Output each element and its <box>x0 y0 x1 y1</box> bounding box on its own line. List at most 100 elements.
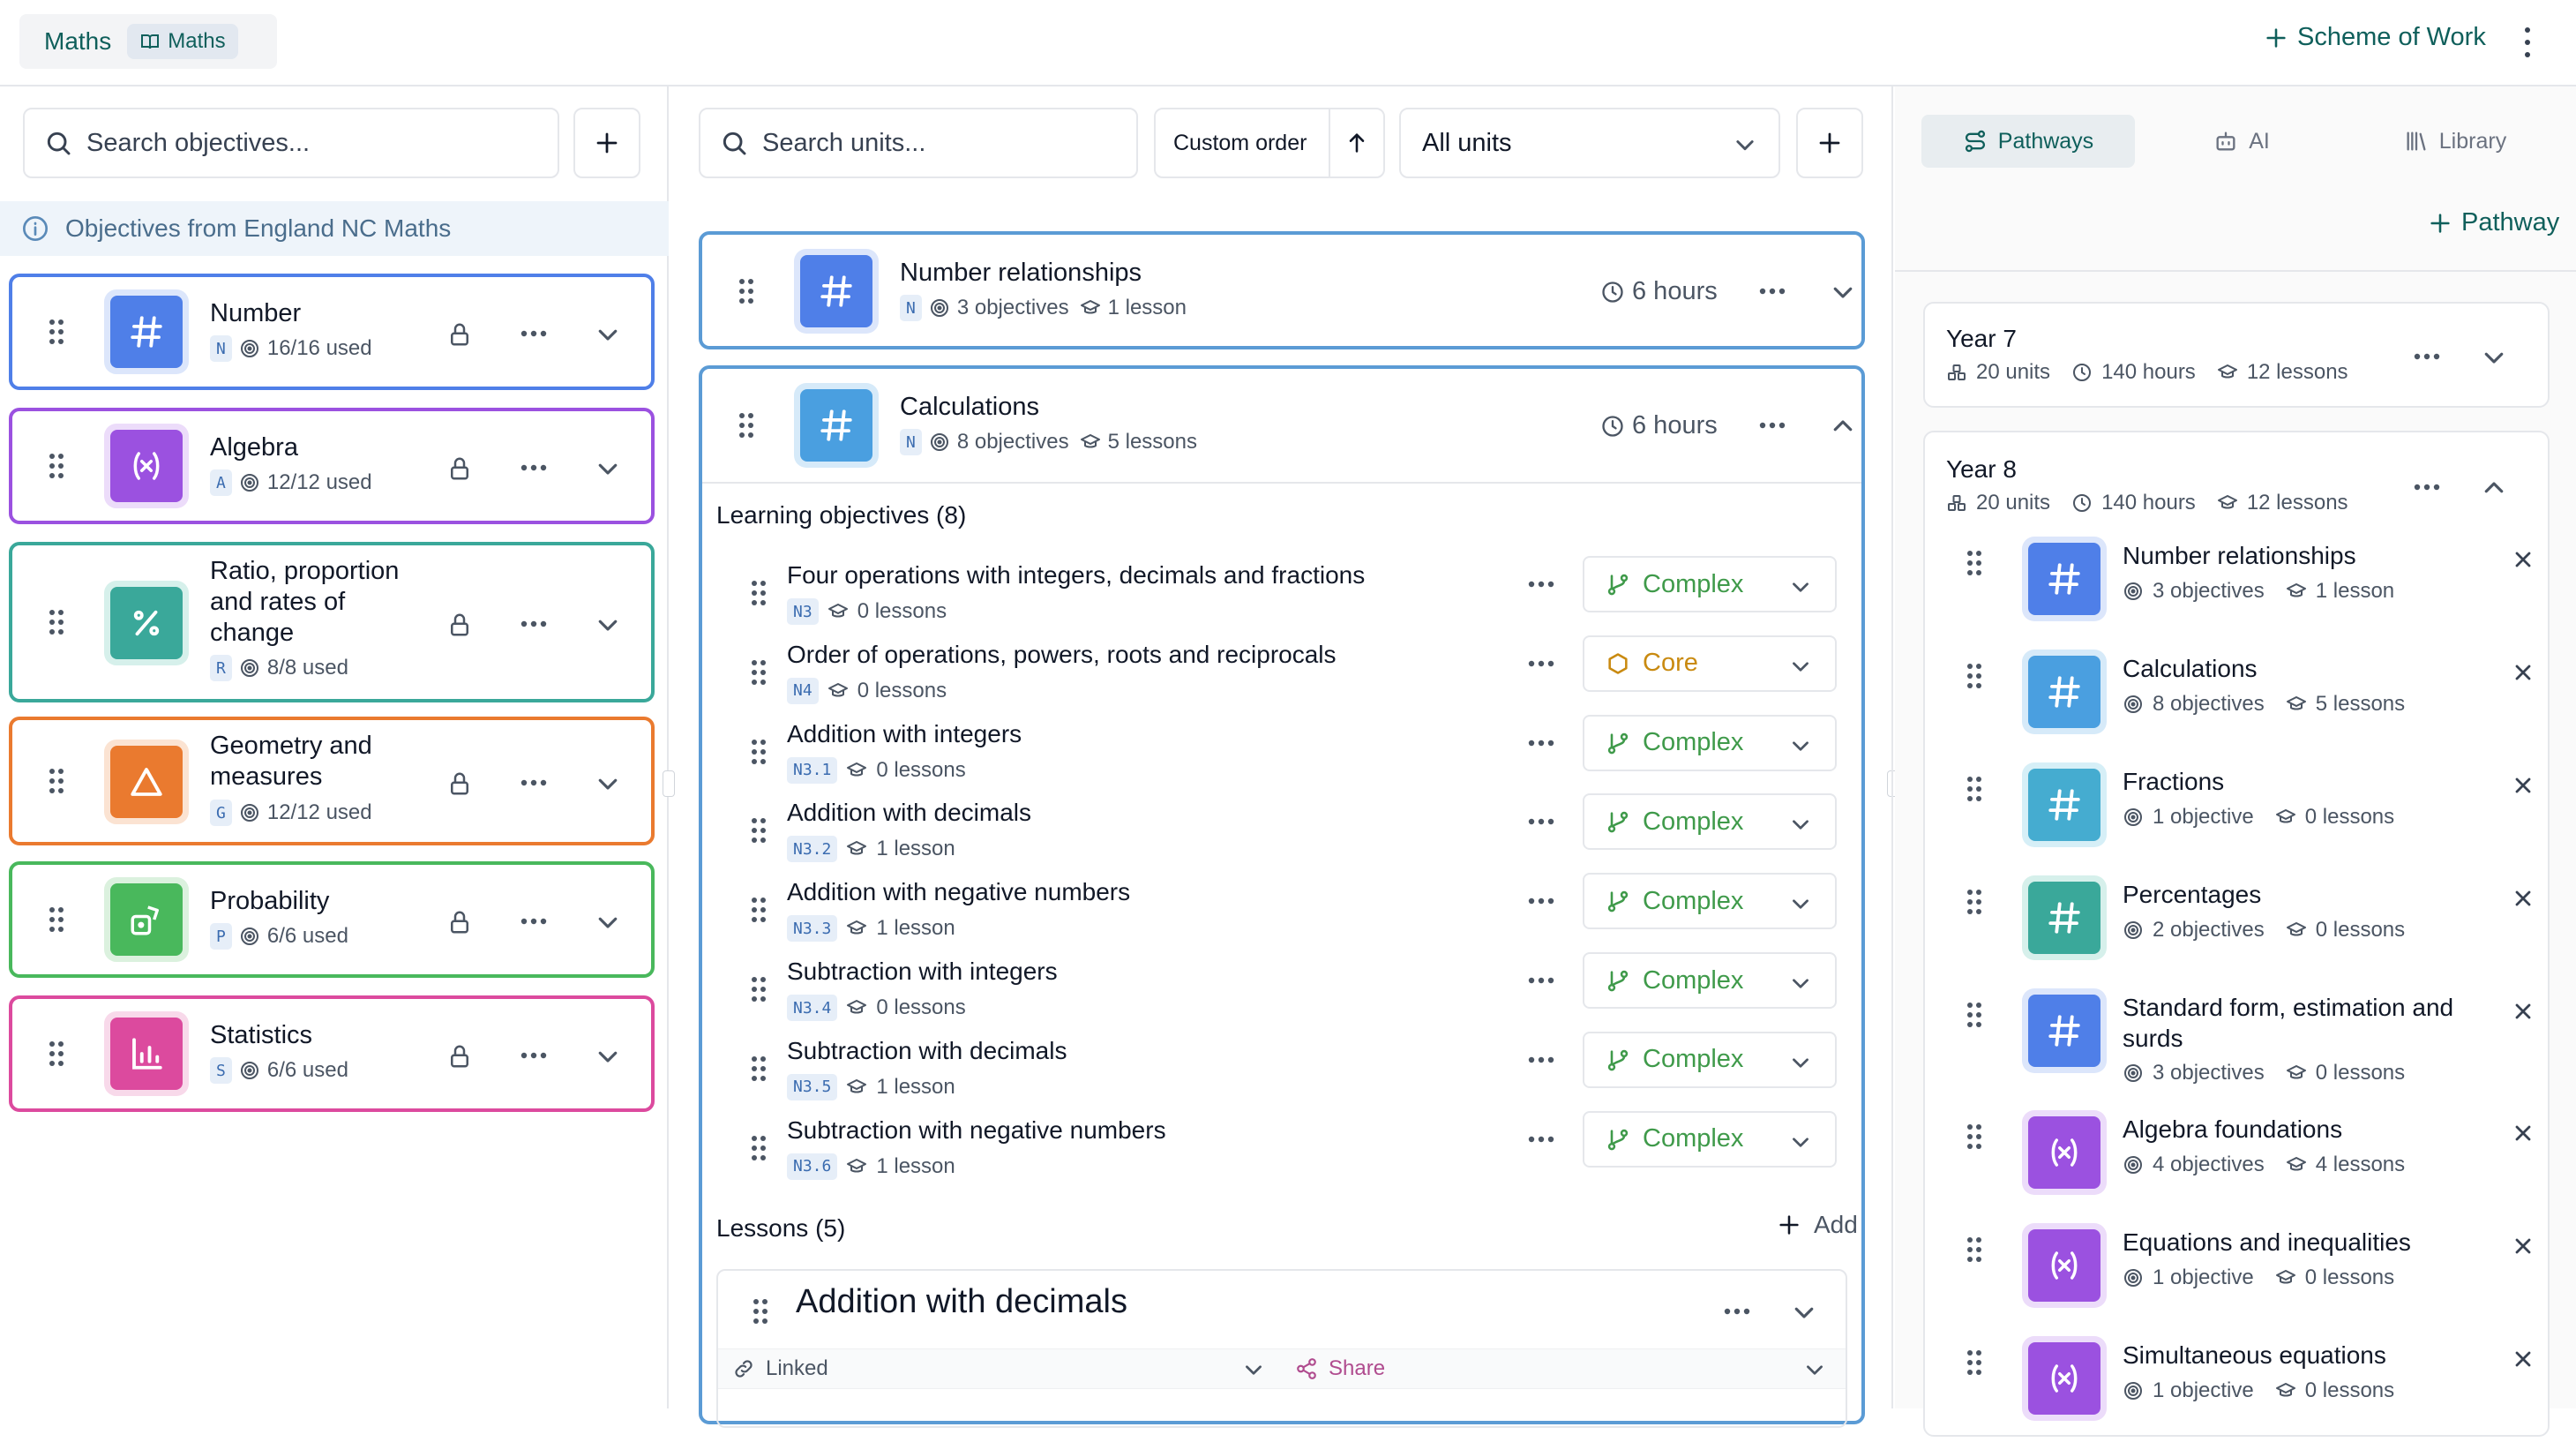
chevron-down-icon[interactable] <box>595 612 621 638</box>
drag-handle-icon[interactable] <box>738 277 755 305</box>
lock-icon[interactable] <box>446 770 473 797</box>
strand-card-ratio[interactable]: Ratio, proportion and rates of change R … <box>9 542 655 702</box>
pathway-unit-item[interactable]: Percentages 2 objectives 0 lessons <box>1925 875 2551 981</box>
tab-library[interactable]: Library <box>2348 115 2562 168</box>
more-horizontal-icon[interactable] <box>520 330 547 337</box>
more-horizontal-icon[interactable] <box>1528 977 1554 984</box>
drag-handle-icon[interactable] <box>48 318 65 346</box>
chevron-down-icon[interactable] <box>1242 1358 1265 1381</box>
drag-handle-icon[interactable] <box>752 1297 769 1326</box>
more-horizontal-icon[interactable] <box>520 918 547 925</box>
drag-handle-icon[interactable] <box>738 411 755 439</box>
learning-objective-row[interactable]: Four operations with integers, decimals … <box>729 556 1854 639</box>
add-objective-button[interactable] <box>573 108 640 178</box>
remove-icon[interactable] <box>2511 1121 2535 1145</box>
drag-handle-icon[interactable] <box>750 896 768 924</box>
learning-objective-row[interactable]: Addition with negative numbers N3.3 1 less… <box>729 873 1854 956</box>
more-horizontal-icon[interactable] <box>2414 484 2440 491</box>
sort-direction-button[interactable] <box>1330 131 1383 155</box>
learning-objective-row[interactable]: Addition with integers N3.1 0 lessons Compl… <box>729 714 1854 798</box>
drag-handle-icon[interactable] <box>48 767 65 795</box>
add-scheme-of-work-button[interactable]: Scheme of Work <box>2264 23 2486 52</box>
remove-icon[interactable] <box>2511 886 2535 911</box>
pathway-unit-item[interactable]: Number relationships 3 objectives 1 lesson <box>1925 537 2551 642</box>
custom-order-button[interactable]: Custom order <box>1156 131 1329 156</box>
complexity-select[interactable]: Complex <box>1583 1031 1837 1088</box>
remove-icon[interactable] <box>2511 1234 2535 1258</box>
chevron-down-icon[interactable] <box>595 770 621 797</box>
lock-icon[interactable] <box>446 455 473 482</box>
lesson-card[interactable]: Addition with decimals Linked Share <box>716 1269 1847 1428</box>
drag-handle-icon[interactable] <box>1966 1001 1983 1029</box>
learning-objective-row[interactable]: Addition with decimals N3.2 1 lesson Comple… <box>729 793 1854 876</box>
more-horizontal-icon[interactable] <box>2414 353 2440 360</box>
complexity-select[interactable]: Complex <box>1583 714 1837 771</box>
drag-handle-icon[interactable] <box>1966 1235 1983 1264</box>
linked-dropdown[interactable]: Linked <box>732 1356 828 1381</box>
subject-title[interactable]: Maths <box>44 27 111 56</box>
add-unit-button[interactable] <box>1796 108 1863 178</box>
more-options-button[interactable] <box>2523 25 2532 60</box>
add-lesson-button[interactable]: Add <box>1777 1211 1858 1239</box>
drag-handle-icon[interactable] <box>48 905 65 934</box>
pathway-unit-item[interactable]: Calculations 8 objectives 5 lessons <box>1925 650 2551 755</box>
chevron-down-icon[interactable] <box>2481 344 2507 371</box>
more-horizontal-icon[interactable] <box>1724 1308 1750 1315</box>
chevron-down-icon[interactable] <box>1803 1358 1826 1381</box>
year-card-year-8[interactable]: Year 8 20 units 140 hours 12 lessons Num… <box>1923 431 2550 1437</box>
add-pathway-button[interactable]: Pathway <box>2428 208 2559 237</box>
units-filter-select[interactable]: All units <box>1399 108 1780 178</box>
pathway-unit-item[interactable]: Algebra foundations 4 objectives 4 lessons <box>1925 1110 2551 1216</box>
more-horizontal-icon[interactable] <box>1528 818 1554 825</box>
chevron-up-icon[interactable] <box>2481 475 2507 501</box>
complexity-select[interactable]: Core <box>1583 635 1837 692</box>
learning-objective-row[interactable]: Order of operations, powers, roots and r… <box>729 635 1854 718</box>
learning-objective-row[interactable]: Subtraction with negative numbers N3.6 1 l… <box>729 1110 1854 1194</box>
complexity-select[interactable]: Complex <box>1583 952 1837 1009</box>
lock-icon[interactable] <box>446 321 473 348</box>
share-dropdown[interactable]: Share <box>1295 1356 1385 1381</box>
lock-icon[interactable] <box>446 1043 473 1070</box>
drag-handle-icon[interactable] <box>1966 662 1983 690</box>
complexity-select[interactable]: Complex <box>1583 1110 1837 1168</box>
more-horizontal-icon[interactable] <box>1528 1136 1554 1143</box>
pathway-unit-item[interactable]: Equations and inequalities 1 objective 0 l… <box>1925 1223 2551 1329</box>
drag-handle-icon[interactable] <box>48 1040 65 1068</box>
chevron-down-icon[interactable] <box>1830 279 1856 305</box>
drag-handle-icon[interactable] <box>1966 888 1983 916</box>
remove-icon[interactable] <box>2511 660 2535 685</box>
unit-card-number-relationships[interactable]: Number relationships N 3 objectives 1 le… <box>699 231 1865 349</box>
more-horizontal-icon[interactable] <box>1759 288 1786 295</box>
more-horizontal-icon[interactable] <box>1528 660 1554 667</box>
more-horizontal-icon[interactable] <box>520 620 547 627</box>
search-units-input[interactable]: Search units... <box>699 108 1138 178</box>
more-horizontal-icon[interactable] <box>1528 581 1554 588</box>
drag-handle-icon[interactable] <box>48 608 65 636</box>
drag-handle-icon[interactable] <box>750 1134 768 1162</box>
complexity-select[interactable]: Complex <box>1583 873 1837 930</box>
drag-handle-icon[interactable] <box>1966 549 1983 577</box>
subject-badge[interactable]: Maths <box>127 24 238 59</box>
pathway-unit-item[interactable]: Fractions 1 objective 0 lessons <box>1925 762 2551 868</box>
remove-icon[interactable] <box>2511 547 2535 572</box>
unit-card-calculations[interactable]: Calculations N 8 objectives 5 lessons 6 … <box>699 365 1865 1428</box>
chevron-down-icon[interactable] <box>595 1043 621 1070</box>
remove-icon[interactable] <box>2511 773 2535 798</box>
drag-handle-icon[interactable] <box>1966 1348 1983 1377</box>
more-horizontal-icon[interactable] <box>520 1052 547 1059</box>
lock-icon[interactable] <box>446 909 473 935</box>
strand-card-algebra[interactable]: Algebra A 12/12 used <box>9 408 655 524</box>
pathway-unit-item[interactable]: Standard form, estimation and surds 3 obj… <box>1925 988 2551 1094</box>
strand-card-geometry[interactable]: Geometry and measures G 12/12 used <box>9 717 655 845</box>
more-horizontal-icon[interactable] <box>1528 897 1554 905</box>
chevron-up-icon[interactable] <box>1830 413 1856 439</box>
strand-card-statistics[interactable]: Statistics S 6/6 used <box>9 995 655 1112</box>
drag-handle-icon[interactable] <box>750 579 768 607</box>
chevron-down-icon[interactable] <box>595 321 621 348</box>
learning-objective-row[interactable]: Subtraction with integers N3.4 0 lessons Co… <box>729 952 1854 1035</box>
chevron-down-icon[interactable] <box>1791 1299 1817 1326</box>
lock-icon[interactable] <box>446 612 473 638</box>
tab-ai[interactable]: AI <box>2135 115 2348 168</box>
drag-handle-icon[interactable] <box>750 658 768 687</box>
drag-handle-icon[interactable] <box>1966 775 1983 803</box>
